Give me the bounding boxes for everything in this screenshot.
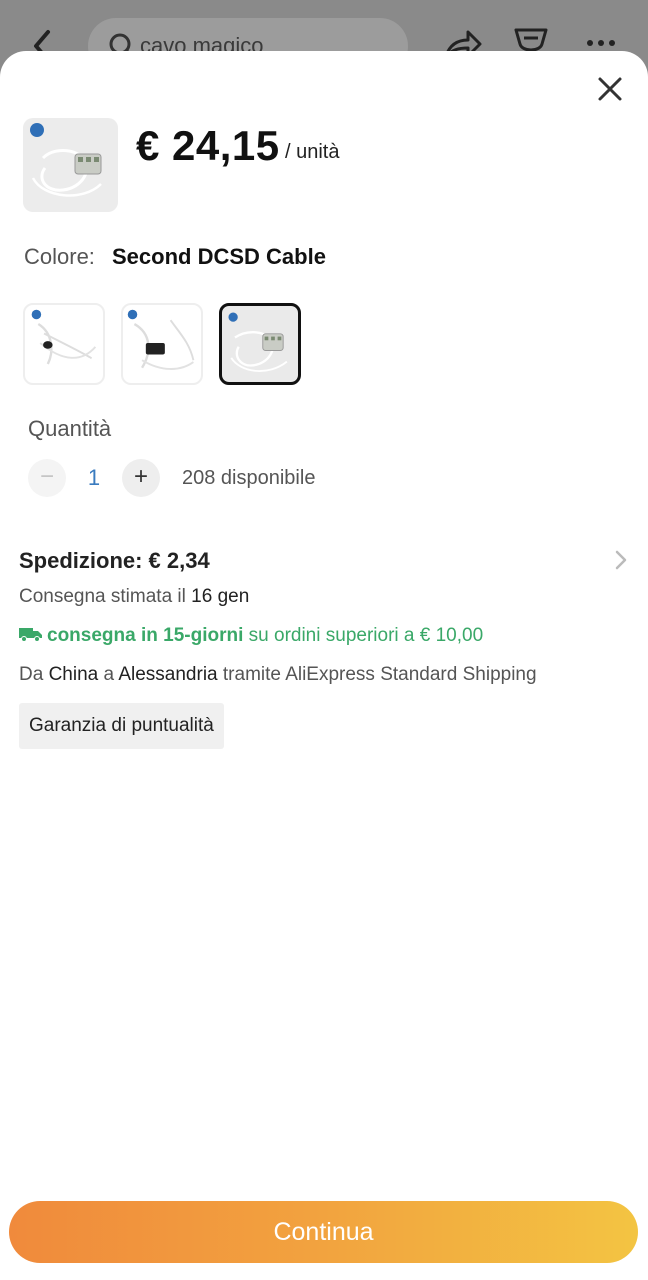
route-from: China — [48, 664, 99, 685]
fast-delivery-text: consegna in 15-giorni — [47, 625, 244, 646]
continue-button[interactable]: Continua — [9, 1201, 638, 1263]
quantity-increase-button[interactable]: + — [122, 459, 160, 497]
route-suffix: tramite AliExpress Standard Shipping — [222, 664, 537, 685]
estimated-delivery: Consegna stimata il 16 gen — [19, 586, 249, 608]
delivery-prefix: Consegna stimata il — [19, 586, 186, 607]
color-label: Colore: — [24, 244, 95, 269]
quantity-label: Quantità — [28, 416, 112, 441]
fast-delivery-info: consegna in 15-giorni su ordini superior… — [19, 625, 483, 647]
color-value: Second DCSD Cable — [112, 244, 326, 269]
shipping-route: Da China a Alessandria tramite AliExpres… — [19, 664, 537, 686]
price-unit: / unità — [285, 141, 340, 163]
stock-available: 208 disponibile — [182, 467, 316, 489]
shipping-title[interactable]: Spedizione: € 2,34 — [19, 548, 210, 574]
chevron-right-icon[interactable] — [612, 549, 630, 571]
on-time-guarantee-badge[interactable]: Garanzia di puntualità — [19, 703, 224, 749]
variant-image — [228, 312, 288, 372]
variant-image — [31, 309, 97, 365]
product-thumbnail — [23, 118, 118, 212]
sku-selection-sheet: € 24,15 / unità Colore: Second DCSD Cabl… — [0, 51, 648, 1280]
variant-option-1[interactable] — [23, 303, 105, 385]
route-from-prefix: Da — [19, 664, 44, 685]
route-to-prefix: a — [103, 664, 115, 685]
variant-option-2[interactable] — [121, 303, 203, 385]
truck-icon — [19, 628, 42, 642]
variant-image — [127, 309, 195, 370]
delivery-date: 16 gen — [191, 586, 250, 607]
fast-delivery-suffix: su ordini superiori a € 10,00 — [248, 625, 484, 646]
variant-option-3[interactable] — [219, 303, 301, 385]
quantity-decrease-button[interactable]: − — [28, 459, 66, 497]
more-icon — [587, 40, 615, 46]
route-to: Alessandria — [118, 664, 218, 685]
quantity-value[interactable]: 1 — [82, 465, 106, 491]
close-icon[interactable] — [594, 73, 626, 105]
product-price: € 24,15 — [136, 122, 280, 169]
